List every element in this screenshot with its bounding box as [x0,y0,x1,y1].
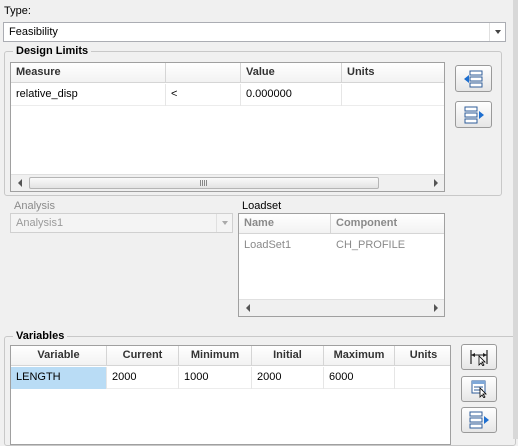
design-limits-table: Measure Value Units relative_disp < 0.00… [10,62,445,192]
column-header-current[interactable]: Current [107,346,179,366]
cell-name[interactable]: LoadSet1 [239,235,331,257]
scroll-right-icon[interactable] [427,175,444,191]
analysis-selected-value: Analysis1 [16,217,64,229]
add-limit-icon [463,70,482,87]
remove-variable-button[interactable] [461,407,497,433]
parameter-icon [471,380,487,398]
table-header: Variable Current Minimum Initial Maximum… [11,346,450,366]
cell-variable[interactable]: LENGTH [11,367,107,389]
analysis-label: Analysis [14,200,55,212]
column-header-units[interactable]: Units [395,346,450,366]
column-header-maximum[interactable]: Maximum [324,346,395,366]
cell-component[interactable]: CH_PROFILE [331,235,444,257]
table-row[interactable]: relative_disp < 0.000000 [11,84,444,106]
chevron-down-icon[interactable] [216,214,232,232]
table-row[interactable]: LENGTH 2000 1000 2000 6000 [11,367,450,389]
cell-units[interactable] [395,367,450,389]
type-select[interactable]: Feasibility [3,22,506,42]
column-header-measure[interactable]: Measure [11,63,166,83]
cell-current[interactable]: 2000 [107,367,179,389]
horizontal-scrollbar[interactable] [11,174,444,191]
column-header-variable[interactable]: Variable [11,346,107,366]
cell-operator[interactable]: < [166,84,241,106]
cell-minimum[interactable]: 1000 [179,367,252,389]
analysis-select[interactable]: Analysis1 [10,213,233,233]
remove-limit-icon [464,106,484,123]
table-header: Name Component [239,214,444,234]
column-header-operator[interactable] [166,63,241,83]
chevron-down-icon[interactable] [489,23,505,41]
table-header: Measure Value Units [11,63,444,83]
cell-units[interactable] [342,84,444,106]
horizontal-scrollbar[interactable] [239,299,444,316]
column-header-value[interactable]: Value [241,63,342,83]
scroll-thumb[interactable] [29,177,379,189]
loadset-label: Loadset [242,200,282,212]
column-header-component[interactable]: Component [331,214,444,234]
variables-table: Variable Current Minimum Initial Maximum… [10,345,451,445]
column-header-name[interactable]: Name [239,214,331,234]
cell-measure[interactable]: relative_disp [11,84,166,106]
scroll-right-icon[interactable] [427,300,444,316]
remove-limit-button[interactable] [455,101,492,128]
cell-maximum[interactable]: 6000 [324,367,395,389]
select-parameter-button[interactable] [461,376,497,402]
variables-title: Variables [13,330,68,342]
remove-variable-icon [469,411,489,429]
select-dimension-button[interactable] [461,344,497,370]
design-limits-title: Design Limits [13,45,92,57]
column-header-initial[interactable]: Initial [252,346,324,366]
column-header-units[interactable]: Units [342,63,444,83]
add-limit-button[interactable] [455,65,492,92]
table-row[interactable]: LoadSet1 CH_PROFILE [239,235,444,257]
loadset-table: Name Component LoadSet1 CH_PROFILE [238,213,445,317]
column-header-minimum[interactable]: Minimum [179,346,252,366]
scroll-left-icon[interactable] [11,175,28,191]
scroll-left-icon[interactable] [239,300,256,316]
cell-value[interactable]: 0.000000 [241,84,342,106]
cell-initial[interactable]: 2000 [252,367,324,389]
type-selected-value: Feasibility [9,26,58,38]
window-edge-scrollbar[interactable] [513,0,518,439]
type-label: Type: [4,5,31,17]
dimension-icon [470,350,488,366]
